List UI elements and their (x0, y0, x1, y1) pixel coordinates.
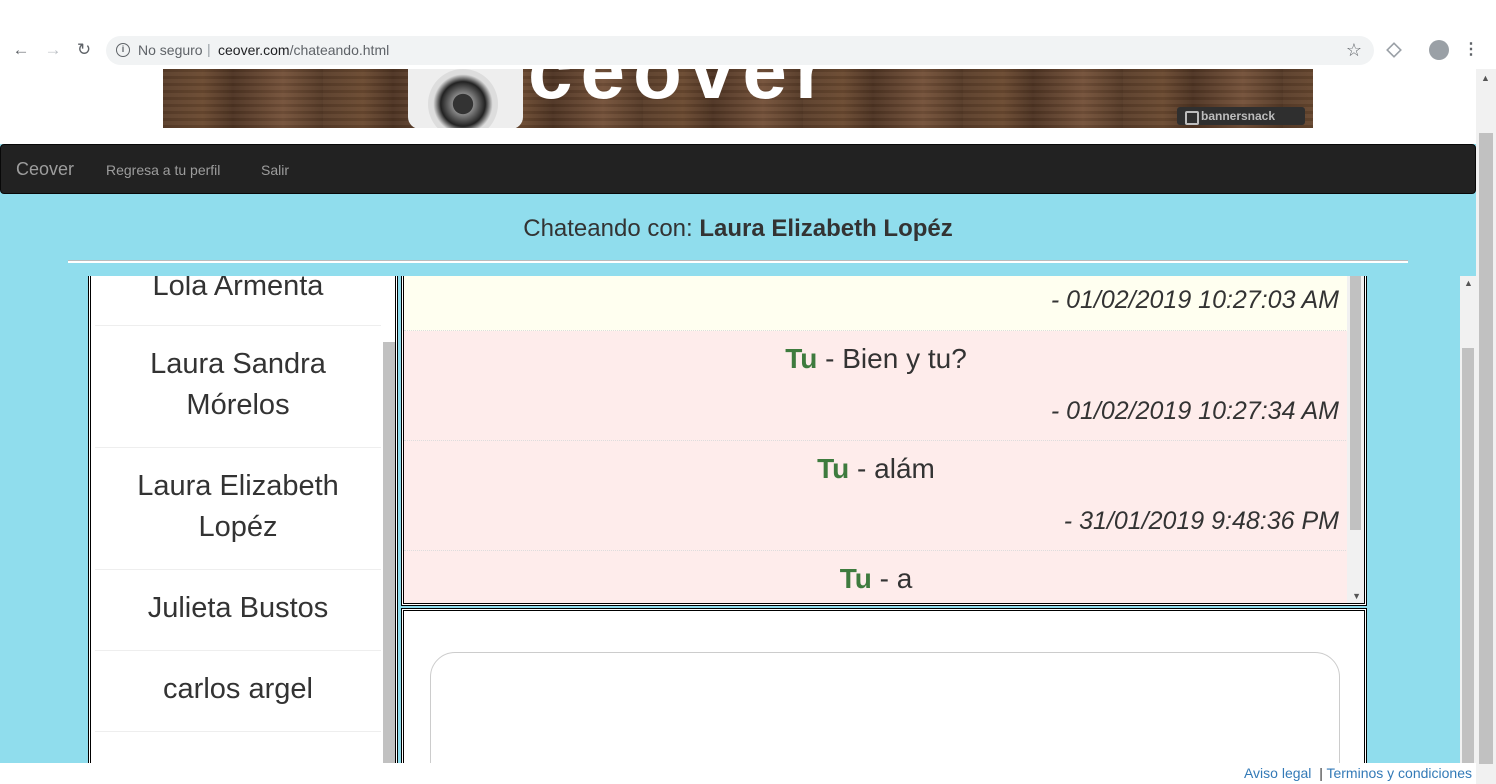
message-item: Tu - Bien y tu? - 01/02/2019 10:27:34 AM (404, 331, 1348, 441)
message-sender: Tu (785, 343, 818, 374)
page-scroll-thumb[interactable] (1479, 133, 1493, 764)
banner-title: ceover (528, 69, 834, 115)
scroll-down-icon[interactable]: ▼ (1352, 591, 1361, 601)
address-bar[interactable]: i No seguro | ceover.com/chateando.html … (106, 36, 1374, 65)
chat-heading-prefix: Chateando con: (523, 215, 693, 242)
message-text: Tu - Bien y tu? (404, 331, 1348, 387)
extension-icon[interactable] (1384, 40, 1404, 60)
message-body: - a (871, 563, 913, 594)
heading-divider (68, 260, 1408, 263)
url-path: /chateando.html (289, 42, 390, 58)
message-sender: Tu (839, 563, 872, 594)
page-scroll-up-icon[interactable]: ▲ (1481, 73, 1490, 83)
contact-item[interactable]: Julieta Bustos (95, 570, 381, 651)
navbar-brand[interactable]: Ceover (16, 159, 74, 180)
contact-item[interactable]: carlos argel (95, 651, 381, 732)
message-item: Tu - a (404, 551, 1348, 603)
chat-heading: Chateando con: Laura Elizabeth Lopéz (0, 215, 1476, 243)
back-icon[interactable]: ← (11, 40, 31, 60)
messages-panel[interactable]: - 01/02/2019 10:27:03 AM Tu - Bien y tu?… (401, 276, 1367, 606)
browser-chrome: ← → ↻ i No seguro | ceover.com/chateando… (0, 0, 1496, 69)
message-time: - 31/01/2019 9:48:36 PM (1063, 507, 1339, 535)
chat-contact-name: Laura Elizabeth Lopéz (699, 215, 953, 242)
url-host: ceover.com (218, 42, 290, 58)
message-time: - 01/02/2019 10:27:34 AM (1050, 397, 1339, 425)
nav-link-logout[interactable]: Salir (261, 162, 289, 178)
compose-panel (401, 608, 1367, 784)
footer: Aviso legal | Terminos y condiciones (0, 763, 1476, 784)
message-item: Tu - alám - 31/01/2019 9:48:36 PM (404, 441, 1348, 551)
contact-list[interactable]: Lola Armenta Laura Sandra Mórelos Laura … (95, 276, 381, 732)
bookmark-star-icon[interactable]: ☆ (1346, 40, 1362, 61)
scroll-up-icon[interactable]: ▲ (1464, 278, 1473, 288)
messages-scroll-thumb[interactable] (1350, 276, 1361, 530)
url-separator: | (207, 41, 211, 57)
contact-item[interactable]: Laura Elizabeth Lopéz (95, 448, 381, 570)
contact-item[interactable]: Laura Sandra Mórelos (95, 326, 381, 448)
footer-separator: | (1319, 765, 1323, 781)
forward-icon[interactable]: → (43, 40, 63, 60)
contact-item[interactable]: Lola Armenta (95, 276, 381, 326)
message-sender: Tu (817, 453, 850, 484)
bannersnack-badge[interactable]: bannersnack (1177, 107, 1305, 125)
reload-icon[interactable]: ↻ (74, 40, 94, 60)
contact-list-scrollbar[interactable] (383, 342, 395, 784)
chat-area-scrollbar[interactable]: ▲ (1460, 276, 1476, 768)
banner-logo-icon (408, 69, 523, 128)
message-text: Tu - a (404, 551, 1348, 603)
messages-scrollbar[interactable]: ▼ (1347, 276, 1364, 603)
info-icon[interactable]: i (116, 43, 130, 57)
chat-area-scroll-thumb[interactable] (1462, 348, 1474, 768)
site-banner[interactable]: ceover bannersnack (163, 69, 1313, 128)
footer-links: Aviso legal | Terminos y condiciones (1244, 765, 1472, 781)
page-scrollbar[interactable]: ▲ (1476, 69, 1496, 784)
legal-link[interactable]: Aviso legal (1244, 765, 1311, 781)
navbar: Ceover Regresa a tu perfil Salir (0, 144, 1476, 194)
nav-link-profile[interactable]: Regresa a tu perfil (106, 162, 220, 178)
message-time: - 01/02/2019 10:27:03 AM (1050, 286, 1339, 314)
message-body: - Bien y tu? (817, 343, 967, 374)
page-viewport: ceover bannersnack Ceover Regresa a tu p… (0, 69, 1476, 784)
browser-menu-icon[interactable]: ⋮ (1461, 40, 1481, 60)
message-text: Tu - alám (404, 441, 1348, 497)
message-item: - 01/02/2019 10:27:03 AM (404, 276, 1348, 331)
profile-avatar-icon[interactable] (1429, 40, 1449, 60)
terms-link[interactable]: Terminos y condiciones (1326, 765, 1472, 781)
security-label[interactable]: No seguro (138, 42, 203, 58)
contacts-panel: Lola Armenta Laura Sandra Mórelos Laura … (88, 276, 398, 784)
message-body: - alám (849, 453, 935, 484)
url-text[interactable]: ceover.com/chateando.html (218, 42, 389, 58)
